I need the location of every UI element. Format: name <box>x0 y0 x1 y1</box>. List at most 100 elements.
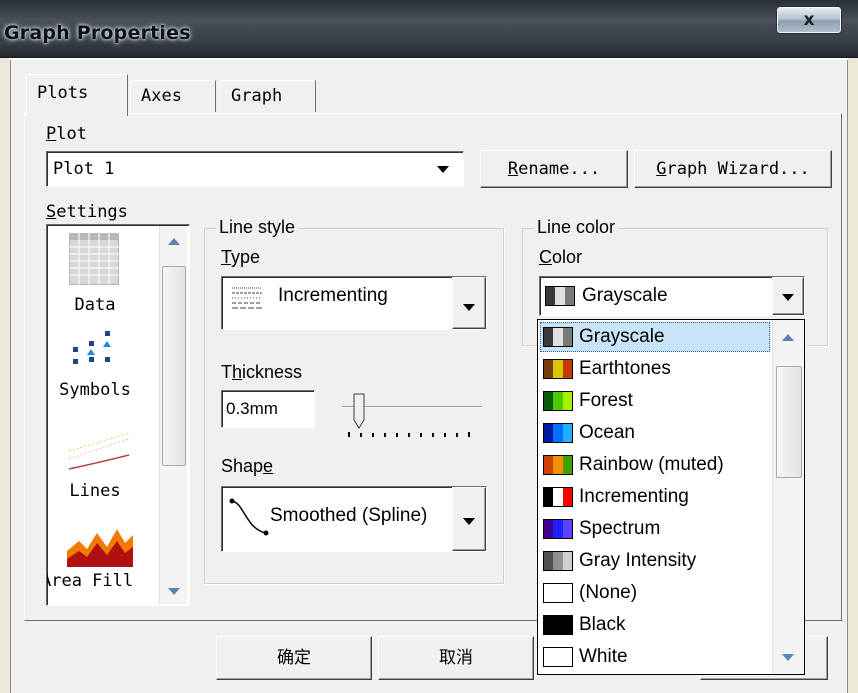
settings-list[interactable]: Data Symbols Lines Area Fill <box>46 224 190 606</box>
color-option[interactable]: Spectrum <box>540 513 770 545</box>
type-label-accel: T <box>221 247 232 267</box>
settings-item-symbols-label: Symbols <box>59 380 131 400</box>
settings-item-lines[interactable]: Lines <box>47 419 167 511</box>
shape-label-accel: e <box>263 456 274 476</box>
color-option[interactable]: Gray Intensity <box>540 545 770 577</box>
close-button[interactable]: x <box>776 6 842 34</box>
line-color-select[interactable]: Grayscale <box>539 276 805 316</box>
shape-label: Shape <box>221 456 273 477</box>
color-swatch-icon <box>543 391 573 411</box>
window-title: Graph Properties <box>4 22 191 44</box>
settings-label-accel: S <box>46 202 57 222</box>
settings-label-rest: ettings <box>56 202 128 222</box>
graph-wizard-button[interactable]: Graph Wizard... <box>634 150 832 188</box>
color-swatch-icon <box>543 551 573 571</box>
color-swatch-icon <box>543 327 573 347</box>
incrementing-lines-icon <box>232 287 262 309</box>
thickness-label-rest: ickness <box>242 362 303 382</box>
wizard-accel: G <box>656 159 667 179</box>
color-option[interactable]: Grayscale <box>540 321 770 353</box>
scroll-up-icon[interactable] <box>782 334 794 341</box>
thickness-label-pre: T <box>221 362 232 382</box>
color-option[interactable]: White <box>540 641 770 673</box>
color-label: Color <box>539 247 582 268</box>
type-label-rest: ype <box>231 247 261 267</box>
line-shape-value: Smoothed (Spline) <box>270 505 428 526</box>
rename-button[interactable]: Rename... <box>480 150 628 188</box>
color-option[interactable]: Rainbow (muted) <box>540 449 770 481</box>
color-option[interactable]: Ocean <box>540 417 770 449</box>
color-swatch-icon <box>543 583 573 603</box>
color-swatch-icon <box>543 615 573 635</box>
tab-axes-label: Axes <box>141 86 182 106</box>
ok-button[interactable]: 确定 <box>216 636 372 680</box>
color-label-rest: olor <box>552 247 583 267</box>
settings-scrollbar[interactable] <box>159 226 187 604</box>
color-option-label: Rainbow (muted) <box>579 454 724 475</box>
color-option-label: Black <box>579 614 626 635</box>
settings-item-area-fill[interactable]: Area Fill <box>46 515 167 605</box>
grayscale-swatch-icon <box>545 286 575 306</box>
settings-item-data[interactable]: Data <box>47 225 167 321</box>
cancel-button[interactable]: 取消 <box>378 636 534 680</box>
plot-label-rest: lot <box>56 124 87 144</box>
color-option-label: Grayscale <box>579 326 665 347</box>
line-type-value: Incrementing <box>278 285 388 306</box>
tab-graph-label: Graph <box>231 86 283 106</box>
settings-item-area-fill-label: Area Fill <box>46 571 134 591</box>
scroll-down-icon[interactable] <box>782 654 794 661</box>
color-option-label: Spectrum <box>579 518 661 539</box>
color-swatch-icon <box>543 455 573 475</box>
settings-item-symbols[interactable]: Symbols <box>47 325 167 417</box>
color-option[interactable]: (None) <box>540 577 770 609</box>
line-type-dropdown-button[interactable] <box>452 277 486 329</box>
data-table-icon <box>69 233 119 285</box>
chevron-down-icon <box>782 294 794 301</box>
wizard-rest: raph Wizard... <box>666 159 810 179</box>
symbols-icon <box>73 331 111 364</box>
thickness-input[interactable]: 0.3mm <box>221 390 315 428</box>
rename-rest: ename... <box>518 159 601 179</box>
chevron-down-icon <box>463 304 475 311</box>
tab-plots[interactable]: Plots <box>26 74 128 116</box>
plot-label: Plot <box>46 124 87 144</box>
plot-select-value: Plot 1 <box>53 159 115 179</box>
color-swatch-icon <box>543 519 573 539</box>
line-color-dropdown-button[interactable] <box>772 277 804 315</box>
thickness-slider[interactable] <box>334 390 484 442</box>
color-list-scrollbar[interactable] <box>772 320 804 674</box>
settings-item-lines-label: Lines <box>69 481 121 501</box>
color-option[interactable]: Black <box>540 609 770 641</box>
title-bar[interactable]: Graph Properties x <box>0 0 858 58</box>
color-label-accel: C <box>539 247 552 267</box>
color-option-label: (None) <box>579 582 638 603</box>
plot-select[interactable]: Plot 1 <box>46 151 464 187</box>
color-option-label: Ocean <box>579 422 635 443</box>
color-option[interactable]: Earthtones <box>540 353 770 385</box>
color-swatch-icon <box>543 487 573 507</box>
slider-thumb[interactable] <box>344 392 366 432</box>
color-swatch-icon <box>543 423 573 443</box>
lines-icon <box>67 429 131 473</box>
line-shape-select[interactable]: Smoothed (Spline) <box>221 486 487 552</box>
tab-plots-label: Plots <box>37 83 89 103</box>
color-option[interactable]: Incrementing <box>540 481 770 513</box>
line-shape-dropdown-button[interactable] <box>452 487 486 551</box>
scroll-down-icon[interactable] <box>168 588 180 595</box>
line-type-select[interactable]: Incrementing <box>221 276 487 330</box>
thickness-label-accel: h <box>232 362 243 382</box>
line-style-legend: Line style <box>216 217 299 238</box>
thickness-value: 0.3mm <box>226 399 278 418</box>
scroll-up-icon[interactable] <box>168 238 180 245</box>
settings-scroll-thumb[interactable] <box>162 266 186 466</box>
color-option[interactable]: Forest <box>540 385 770 417</box>
slider-ticks <box>348 432 470 437</box>
line-color-value: Grayscale <box>582 285 668 306</box>
color-list-scroll-thumb[interactable] <box>776 366 802 478</box>
settings-label: Settings <box>46 202 128 222</box>
color-option-label: Incrementing <box>579 486 689 507</box>
spline-shape-icon <box>229 498 269 536</box>
tab-graph[interactable]: Graph <box>220 80 316 112</box>
plot-label-accel: P <box>46 124 57 144</box>
tab-axes[interactable]: Axes <box>130 80 216 112</box>
